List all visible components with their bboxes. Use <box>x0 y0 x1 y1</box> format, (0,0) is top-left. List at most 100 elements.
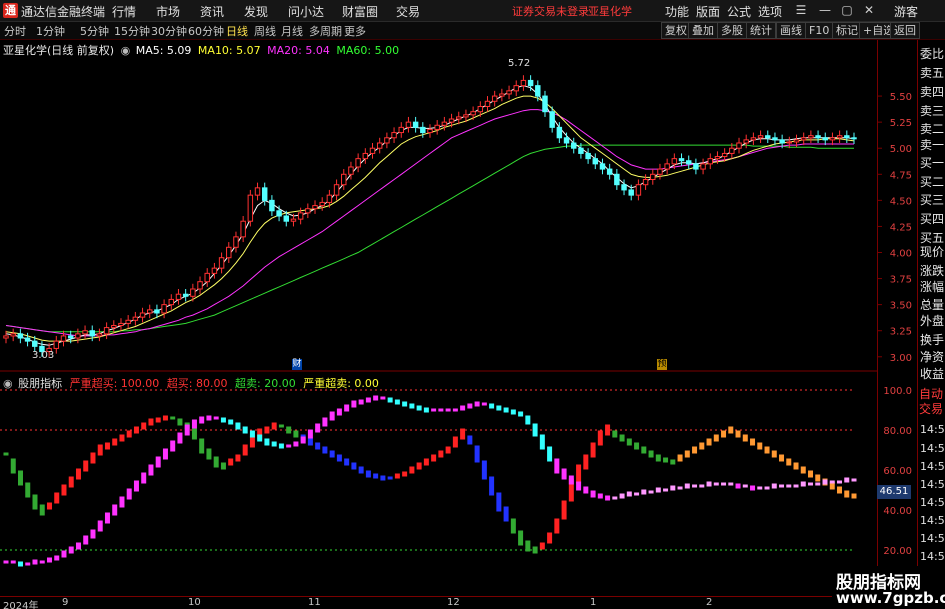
f10-button[interactable]: F10 <box>805 22 834 39</box>
indicator-line-2-mark <box>503 506 509 522</box>
rp-price: 现价 <box>920 245 945 259</box>
indicator-line-1-mark <box>416 405 422 411</box>
time-axis: 2024年 9 10 11 12 1 2 <box>0 596 917 609</box>
indicator-line-2-mark <box>191 428 197 440</box>
indicator-line-1-mark <box>351 400 357 408</box>
period-monthly[interactable]: 月线 <box>281 23 303 39</box>
overlay-button[interactable]: 叠加 <box>688 22 718 39</box>
indicator-line-2-mark <box>561 500 567 520</box>
indicator-line-1-mark <box>692 484 698 488</box>
trade-login-status[interactable]: 证券交易未登录 <box>512 3 589 19</box>
minimize-icon[interactable]: — <box>816 2 834 18</box>
menu-hangqing[interactable]: 行情 <box>112 3 136 20</box>
candle-down <box>765 135 771 139</box>
forecast-marker[interactable]: 预 <box>657 359 667 370</box>
indicator-line-1-mark <box>750 485 756 491</box>
menu-caifuquan[interactable]: 财富圈 <box>342 3 378 20</box>
candle-up <box>463 114 469 118</box>
period-30min[interactable]: 30分钟 <box>151 23 187 39</box>
candle-down <box>542 95 548 113</box>
kline-chart-canvas[interactable]: 5.50 5.25 5.00 4.75 4.50 4.25 4.00 3.75 3.50 3.25… <box>0 40 917 609</box>
mark-button[interactable]: 标记 <box>832 22 862 39</box>
indicator-legend: ◉ 股朋指标 严重超买: 100.00 超买: 80.00 超卖: 20.00 … <box>3 375 379 391</box>
candle-up <box>111 325 117 329</box>
guest-user[interactable]: 游客 <box>894 3 918 20</box>
candle-up <box>707 158 713 165</box>
candle-up <box>736 142 742 149</box>
settings-circle-icon[interactable]: ◉ <box>121 44 131 57</box>
period-daily[interactable]: 日线 <box>226 23 248 39</box>
candle-up <box>60 335 67 342</box>
indicator-line-1-mark <box>54 555 60 561</box>
indicator-line-2-mark <box>605 424 611 436</box>
candle-up <box>714 156 721 160</box>
ref-overbought: 超买: 80.00 <box>166 377 228 390</box>
menu-shichang[interactable]: 市场 <box>156 3 180 20</box>
indicator-line-2-mark <box>670 459 676 465</box>
indicator-line-1-mark <box>431 408 437 412</box>
indicator-line-1-mark <box>133 480 139 492</box>
indicator-line-2-mark <box>597 430 603 446</box>
statistics-button[interactable]: 统计 <box>746 22 776 39</box>
indicator-line-2-mark <box>837 486 843 494</box>
menu-wenxiaoda[interactable]: 问小达 <box>288 3 324 20</box>
rp-sell3: 卖三 <box>920 104 945 118</box>
candle-up <box>233 236 239 248</box>
back-button[interactable]: 返回 <box>890 22 920 39</box>
indicator-current-value: 46.51 <box>877 485 911 499</box>
period-15min[interactable]: 15分钟 <box>114 23 150 39</box>
menu-banmian[interactable]: 版面 <box>696 3 720 20</box>
period-more[interactable]: 更多 <box>344 23 366 39</box>
candle-down <box>261 187 268 201</box>
indicator-y-tick-label: 60.00 <box>883 466 912 477</box>
period-fenshi[interactable]: 分时 <box>4 23 26 39</box>
indicator-line-2-mark <box>83 460 89 472</box>
financial-report-marker[interactable]: 财 <box>292 359 302 370</box>
menu-gongneng[interactable]: 功能 <box>665 3 689 20</box>
period-multi[interactable]: 多周期 <box>309 23 342 39</box>
indicator-line-1-mark <box>46 557 52 563</box>
period-weekly[interactable]: 周线 <box>254 23 276 39</box>
indicator-line-1-mark <box>235 422 241 430</box>
indicator-line-2-mark <box>322 446 328 454</box>
indicator-line-2-mark <box>394 473 400 479</box>
indicator-line-1-mark <box>148 464 154 476</box>
close-icon[interactable]: ✕ <box>860 2 878 18</box>
menu-xuanxiang[interactable]: 选项 <box>758 3 782 20</box>
indicator-line-2-mark <box>525 540 531 552</box>
menu-zixun[interactable]: 资讯 <box>200 3 224 20</box>
maximize-icon[interactable]: ▢ <box>838 2 856 18</box>
indicator-line-1-mark <box>315 423 321 433</box>
candle-down <box>32 340 38 347</box>
period-5min[interactable]: 5分钟 <box>80 23 109 39</box>
multi-stock-button[interactable]: 多股 <box>717 22 747 39</box>
period-toolbar: 分时 1分钟 5分钟 15分钟 30分钟 60分钟 日线 周线 月线 多周期 更… <box>0 22 945 40</box>
auto-trade-button[interactable]: 自动交易 <box>919 387 945 419</box>
indicator-line-1-mark <box>503 407 509 413</box>
indicator-line-2-mark <box>25 482 31 498</box>
indicator-line-1-mark <box>228 419 234 425</box>
settings-circle-icon[interactable]: ◉ <box>3 377 13 390</box>
period-1min[interactable]: 1分钟 <box>36 23 65 39</box>
indicator-line-2-mark <box>626 438 632 446</box>
indicator-line-1-mark <box>104 512 110 524</box>
candle-up <box>427 128 433 134</box>
indicator-line-2-mark <box>271 422 277 430</box>
draw-line-button[interactable]: 画线 <box>776 22 806 39</box>
fuquan-button[interactable]: 复权 <box>661 22 691 39</box>
quote-side-panel: 委比 卖五 卖四 卖三 卖二 卖一 买一 买二 买三 买四 买五 现价 涨跌 涨… <box>917 40 945 609</box>
menu-gongshi[interactable]: 公式 <box>727 3 751 20</box>
indicator-line-2-mark <box>358 466 364 474</box>
indicator-line-1-mark <box>220 417 226 423</box>
indicator-line-1-mark <box>699 484 705 488</box>
candle-down <box>822 137 828 141</box>
menu-faxian[interactable]: 发现 <box>244 3 268 20</box>
indicator-line-2-mark <box>655 454 661 462</box>
period-60min[interactable]: 60分钟 <box>188 23 224 39</box>
y-tick-label: 5.00 <box>890 144 912 155</box>
indicator-line-2-mark <box>713 434 719 442</box>
tick-time: 14:55 <box>920 423 945 436</box>
skin-icon[interactable]: ☰ <box>792 2 810 18</box>
menu-jiaoyi[interactable]: 交易 <box>396 3 420 20</box>
candle-down <box>614 173 620 186</box>
